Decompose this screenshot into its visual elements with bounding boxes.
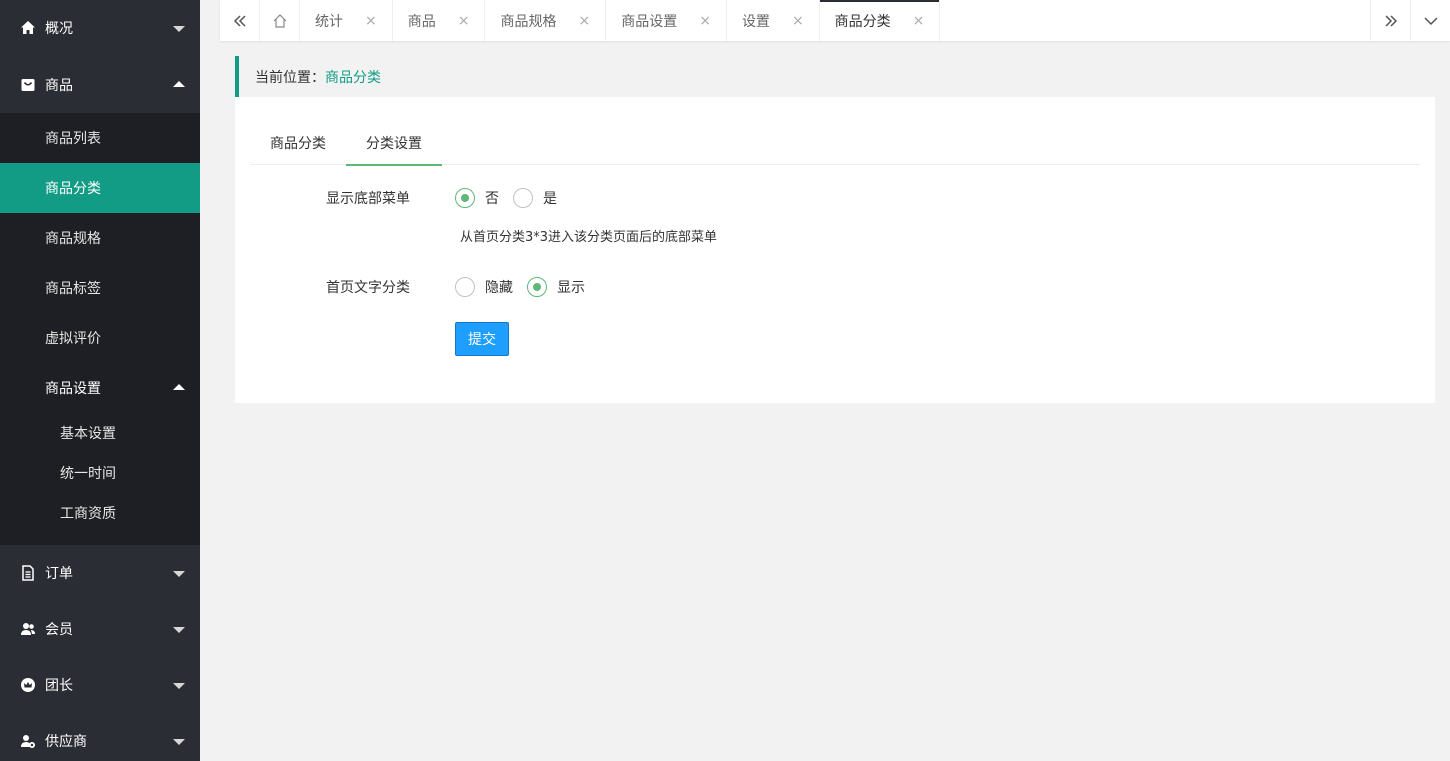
- tab-label: 商品分类: [834, 13, 891, 30]
- nav-goods-label: 商品: [45, 77, 73, 94]
- sidebar-item-unified-time[interactable]: 统一时间: [0, 453, 200, 493]
- scroll-left-button[interactable]: [220, 0, 260, 41]
- nav-overview[interactable]: 概况: [0, 0, 200, 56]
- close-icon[interactable]: ×: [699, 13, 711, 29]
- users-icon: [20, 621, 36, 637]
- home-outline-icon: [273, 13, 286, 28]
- sidebar-item-label: 商品分类: [45, 181, 101, 197]
- nav-member[interactable]: 会员: [0, 601, 200, 657]
- nav-leader[interactable]: 团长: [0, 657, 200, 713]
- tab-category-settings[interactable]: 分类设置: [346, 124, 442, 166]
- radio-circle: [513, 188, 533, 208]
- tab-menu-button[interactable]: [1410, 0, 1450, 41]
- crown-icon: [20, 677, 36, 693]
- radio-bottom-menu-no[interactable]: 否: [455, 188, 499, 208]
- chevron-down-icon: [173, 683, 185, 689]
- goods-submenu: 商品列表 商品分类 商品规格 商品标签 虚拟评价 商品设置 基本设置 统一时间 …: [0, 113, 200, 545]
- form-row-bottom-menu: 显示底部菜单 否 是: [235, 188, 1435, 208]
- tab-goods[interactable]: 商品 ×: [393, 0, 486, 41]
- bottom-menu-label: 显示底部菜单: [326, 191, 410, 207]
- breadcrumb: 当前位置： 商品分类: [235, 56, 1435, 97]
- home-icon: [20, 20, 36, 36]
- radio-home-text-show[interactable]: 显示: [527, 277, 585, 297]
- sidebar-item-goods-spec[interactable]: 商品规格: [0, 213, 200, 263]
- radio-label: 否: [485, 191, 499, 207]
- chevron-down-icon: [1423, 16, 1438, 25]
- chevron-down-icon: [173, 627, 185, 633]
- radio-label: 显示: [557, 280, 585, 296]
- sidebar-item-goods-tags[interactable]: 商品标签: [0, 263, 200, 313]
- radio-home-text-hide[interactable]: 隐藏: [455, 277, 513, 297]
- supplier-icon: [20, 733, 36, 749]
- sidebar-item-basic-settings[interactable]: 基本设置: [0, 413, 200, 453]
- content-tabs: 商品分类 分类设置: [250, 124, 1420, 166]
- tab-label: 商品: [407, 13, 436, 30]
- nav-goods[interactable]: 商品: [0, 56, 200, 113]
- submenu-padding: [0, 533, 200, 545]
- sidebar-item-virtual-reviews[interactable]: 虚拟评价: [0, 313, 200, 363]
- sidebar: 概况 商品 商品列表 商品分类 商品规格 商品标签 虚拟评价 商品设置 基本设置…: [0, 0, 200, 761]
- nav-order[interactable]: 订单: [0, 545, 200, 601]
- tabs: 统计 × 商品 × 商品规格 × 商品设置 × 设置 × 商品分类 ×: [300, 0, 1370, 41]
- close-icon[interactable]: ×: [792, 13, 804, 29]
- sidebar-item-goods-settings[interactable]: 商品设置: [0, 363, 200, 413]
- nav-order-label: 订单: [45, 566, 73, 582]
- tab-goods-category-list[interactable]: 商品分类: [250, 124, 346, 165]
- tab-label: 商品设置: [621, 13, 678, 30]
- sidebar-item-label: 基本设置: [60, 426, 116, 442]
- close-icon[interactable]: ×: [578, 13, 590, 29]
- goods-icon: [20, 77, 36, 93]
- form-row-home-text-category: 首页文字分类 隐藏 显示: [235, 277, 1435, 297]
- scroll-right-button[interactable]: [1370, 0, 1410, 41]
- radio-circle: [455, 277, 475, 297]
- chevron-down-icon: [173, 739, 185, 745]
- home-text-category-label: 首页文字分类: [326, 280, 410, 296]
- nav-supplier-label: 供应商: [45, 734, 87, 750]
- tab-goods-settings[interactable]: 商品设置 ×: [606, 0, 727, 41]
- nav-overview-label: 概况: [45, 21, 73, 37]
- sidebar-item-goods-list[interactable]: 商品列表: [0, 113, 200, 163]
- radio-bottom-menu-yes[interactable]: 是: [513, 188, 557, 208]
- double-chevron-right-icon: [1384, 14, 1397, 27]
- document-icon: [20, 565, 36, 581]
- sidebar-item-label: 商品列表: [45, 131, 101, 147]
- radio-circle: [527, 277, 547, 297]
- tab-label: 设置: [741, 13, 770, 30]
- chevron-down-icon: [173, 571, 185, 577]
- tab-bar: 统计 × 商品 × 商品规格 × 商品设置 × 设置 × 商品分类 ×: [220, 0, 1450, 41]
- sidebar-item-label: 商品规格: [45, 231, 101, 247]
- tab-goods-spec[interactable]: 商品规格 ×: [485, 0, 607, 41]
- nav-supplier[interactable]: 供应商: [0, 713, 200, 761]
- settings-card: 商品分类 分类设置 显示底部菜单 否 是 从首页分类3*3进入该分类页面后的底部…: [235, 97, 1435, 403]
- tab-label: 商品规格: [500, 13, 557, 30]
- sidebar-item-business-qualification[interactable]: 工商资质: [0, 493, 200, 533]
- sidebar-item-label: 统一时间: [60, 466, 116, 482]
- chevron-up-icon: [173, 80, 185, 87]
- sidebar-item-label: 工商资质: [60, 506, 116, 522]
- close-icon[interactable]: ×: [365, 13, 377, 29]
- breadcrumb-label: 当前位置：: [255, 69, 325, 86]
- tab-home[interactable]: [260, 0, 300, 41]
- close-icon[interactable]: ×: [913, 13, 925, 29]
- tab-goods-category[interactable]: 商品分类 ×: [819, 0, 941, 41]
- sidebar-item-goods-category[interactable]: 商品分类: [0, 163, 200, 213]
- sidebar-item-label: 商品设置: [45, 381, 101, 397]
- submit-button[interactable]: 提交: [455, 322, 509, 356]
- tab-settings[interactable]: 设置 ×: [727, 0, 820, 41]
- tab-statistics[interactable]: 统计 ×: [300, 0, 393, 41]
- double-chevron-left-icon: [233, 14, 246, 27]
- tab-label: 统计: [315, 13, 343, 30]
- sidebar-item-label: 商品标签: [45, 281, 101, 297]
- bottom-menu-help-text: 从首页分类3*3进入该分类页面后的底部菜单: [460, 230, 718, 245]
- radio-label: 隐藏: [485, 280, 513, 296]
- nav-member-label: 会员: [45, 622, 73, 638]
- breadcrumb-current[interactable]: 商品分类: [325, 67, 381, 87]
- chevron-down-icon: [173, 26, 185, 32]
- chevron-up-icon: [173, 384, 185, 390]
- radio-circle: [455, 188, 475, 208]
- nav-leader-label: 团长: [45, 678, 73, 694]
- sidebar-item-label: 虚拟评价: [45, 331, 101, 347]
- close-icon[interactable]: ×: [458, 13, 470, 29]
- radio-label: 是: [543, 191, 557, 207]
